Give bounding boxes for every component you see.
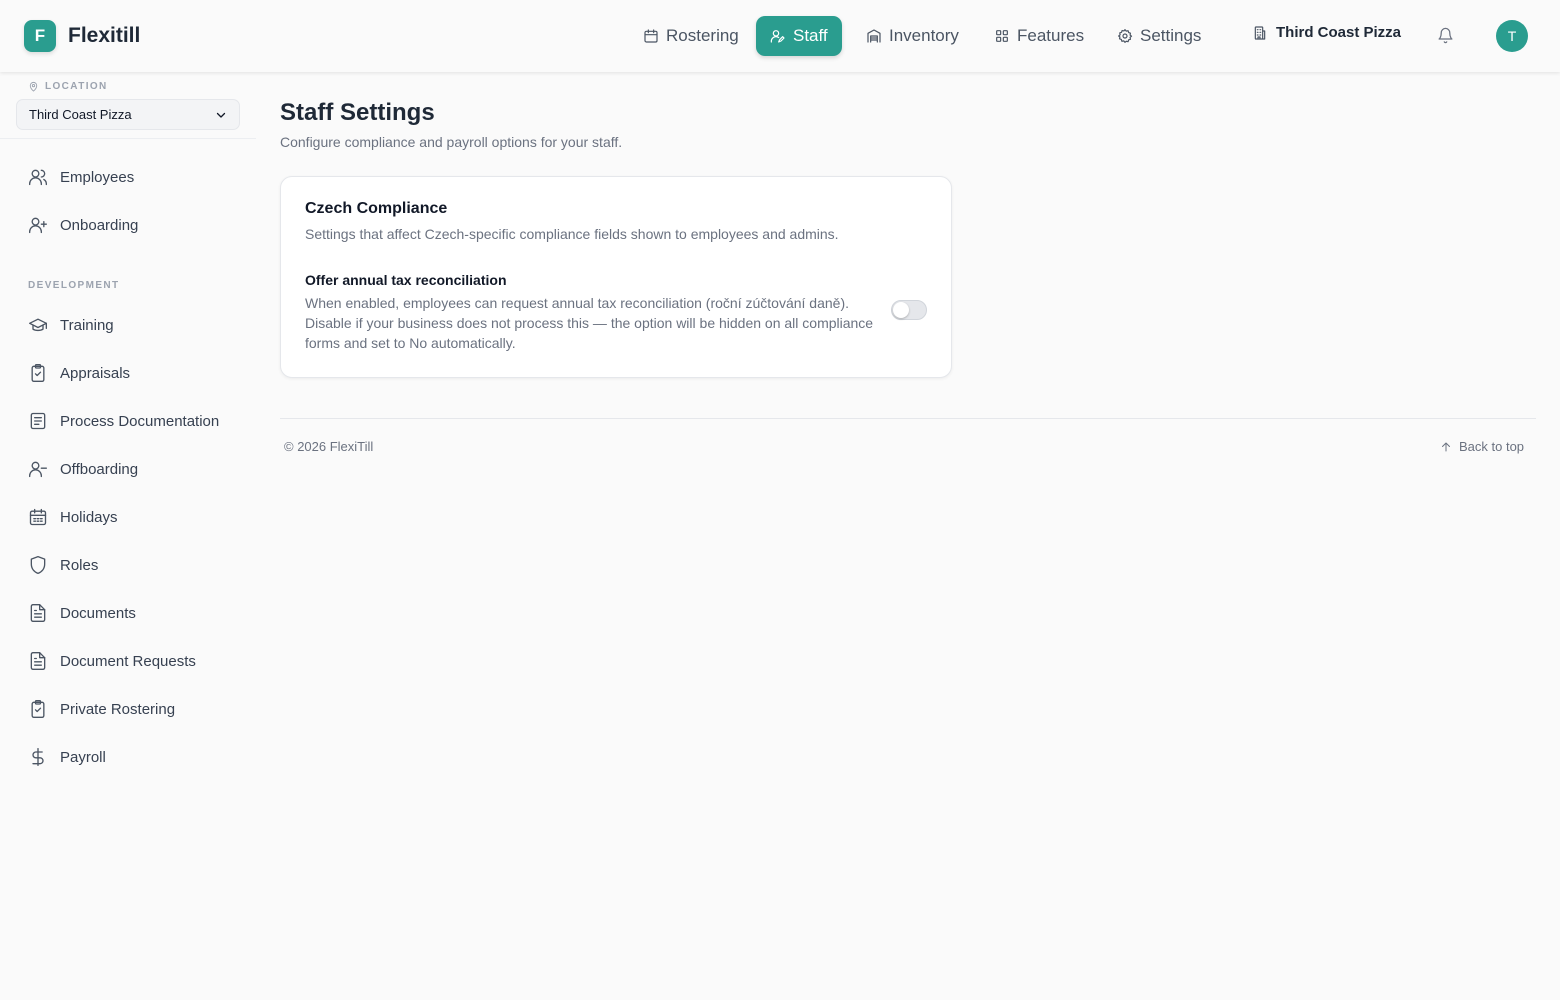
location-value: Third Coast Pizza [29, 107, 132, 122]
sidebar-item-offboarding[interactable]: Offboarding [16, 449, 240, 489]
sidebar-item-label: Payroll [60, 748, 106, 766]
footer-divider [280, 418, 1536, 419]
user-plus-icon [28, 215, 48, 235]
users-icon [28, 167, 48, 187]
page-title: Staff Settings [280, 99, 435, 126]
calendar-icon [643, 28, 659, 44]
sidebar-item-label: Appraisals [60, 364, 131, 382]
file-text-icon [28, 603, 48, 623]
sidebar-item-label: Offboarding [60, 460, 139, 478]
nav-features[interactable]: Features [980, 16, 1098, 56]
sidebar-item-employees[interactable]: Employees [16, 157, 240, 197]
shield-icon [28, 555, 48, 575]
bell-icon [1437, 27, 1454, 44]
calendar-days-icon [28, 507, 48, 527]
logo-letter: F [34, 26, 46, 45]
czech-compliance-card: Czech Compliance Settings that affect Cz… [280, 176, 952, 378]
book-icon [28, 411, 48, 431]
sidebar-item-label: Holidays [60, 508, 118, 526]
top-header: F Flexitill Rostering Staff Inventory Fe… [0, 0, 1560, 72]
building-icon [1252, 25, 1268, 41]
sidebar-item-roles[interactable]: Roles [16, 545, 240, 585]
nav-inventory[interactable]: Inventory [852, 16, 973, 56]
clipboard-check-icon [28, 363, 48, 383]
sidebar-item-label: Training [60, 316, 114, 334]
sidebar-item-label: Process Documentation [60, 412, 220, 430]
gear-icon [1117, 28, 1133, 44]
graduation-cap-icon [28, 315, 48, 335]
sidebar-item-label: Document Requests [60, 652, 196, 670]
org-name: Third Coast Pizza [1276, 24, 1402, 41]
sidebar-section-label: DEVELOPMENT [28, 280, 120, 291]
arrow-up-icon [1440, 441, 1452, 453]
card-subtitle: Settings that affect Czech-specific comp… [305, 226, 839, 242]
nav-rostering[interactable]: Rostering [629, 16, 753, 56]
chevron-down-icon [215, 109, 227, 121]
avatar[interactable]: T [1496, 20, 1528, 52]
page-subtitle: Configure compliance and payroll options… [280, 134, 623, 150]
sidebar-item-private-rostering[interactable]: Private Rostering [16, 689, 240, 729]
nav-label: Settings [1140, 26, 1202, 45]
app-name[interactable]: Flexitill [68, 23, 140, 49]
sidebar-item-training[interactable]: Training [16, 305, 240, 345]
sidebar-item-holidays[interactable]: Holidays [16, 497, 240, 537]
sidebar-item-documents[interactable]: Documents [16, 593, 240, 633]
tax-reconciliation-toggle[interactable] [891, 300, 927, 320]
option-description: When enabled, employees can request annu… [305, 295, 874, 351]
back-to-top-label: Back to top [1459, 439, 1525, 454]
sidebar-item-label: Employees [60, 168, 135, 186]
sidebar-item-label: Documents [60, 604, 136, 622]
option-title: Offer annual tax reconciliation [305, 272, 507, 288]
clipboard-check-icon [28, 699, 48, 719]
sidebar-item-label: Private Rostering [60, 700, 176, 718]
nav-settings[interactable]: Settings [1103, 16, 1215, 56]
sidebar-divider [0, 138, 256, 139]
dollar-icon [28, 747, 48, 767]
sidebar-item-process-documentation[interactable]: Process Documentation [16, 401, 240, 441]
warehouse-icon [866, 28, 882, 44]
grid-icon [994, 28, 1010, 44]
location-label: LOCATION [28, 81, 108, 92]
nav-label: Rostering [666, 26, 739, 45]
copyright-text: © 2026 FlexiTill [284, 439, 374, 454]
sidebar-item-payroll[interactable]: Payroll [16, 737, 240, 777]
card-title: Czech Compliance [305, 200, 448, 217]
back-to-top-link[interactable]: Back to top [1440, 439, 1524, 455]
sidebar-item-label: Onboarding [60, 216, 139, 234]
notifications-button[interactable] [1437, 27, 1454, 44]
avatar-initial: T [1507, 28, 1517, 44]
user-minus-icon [28, 459, 48, 479]
nav-label: Staff [793, 26, 828, 45]
sidebar-item-document-requests[interactable]: Document Requests [16, 641, 240, 681]
map-pin-icon [28, 81, 39, 92]
nav-label: Inventory [889, 26, 959, 45]
staff-icon [770, 28, 786, 44]
nav-label: Features [1017, 26, 1085, 45]
file-text-icon [28, 651, 48, 671]
location-select[interactable]: Third Coast Pizza [16, 99, 240, 130]
nav-staff[interactable]: Staff [756, 16, 842, 56]
sidebar-item-label: Roles [60, 556, 99, 574]
app-logo[interactable]: F [24, 20, 56, 52]
location-label-text: LOCATION [45, 81, 108, 92]
toggle-knob [893, 302, 909, 318]
sidebar-item-onboarding[interactable]: Onboarding [16, 205, 240, 245]
sidebar-item-appraisals[interactable]: Appraisals [16, 353, 240, 393]
org-switcher[interactable]: Third Coast Pizza [1252, 24, 1401, 41]
